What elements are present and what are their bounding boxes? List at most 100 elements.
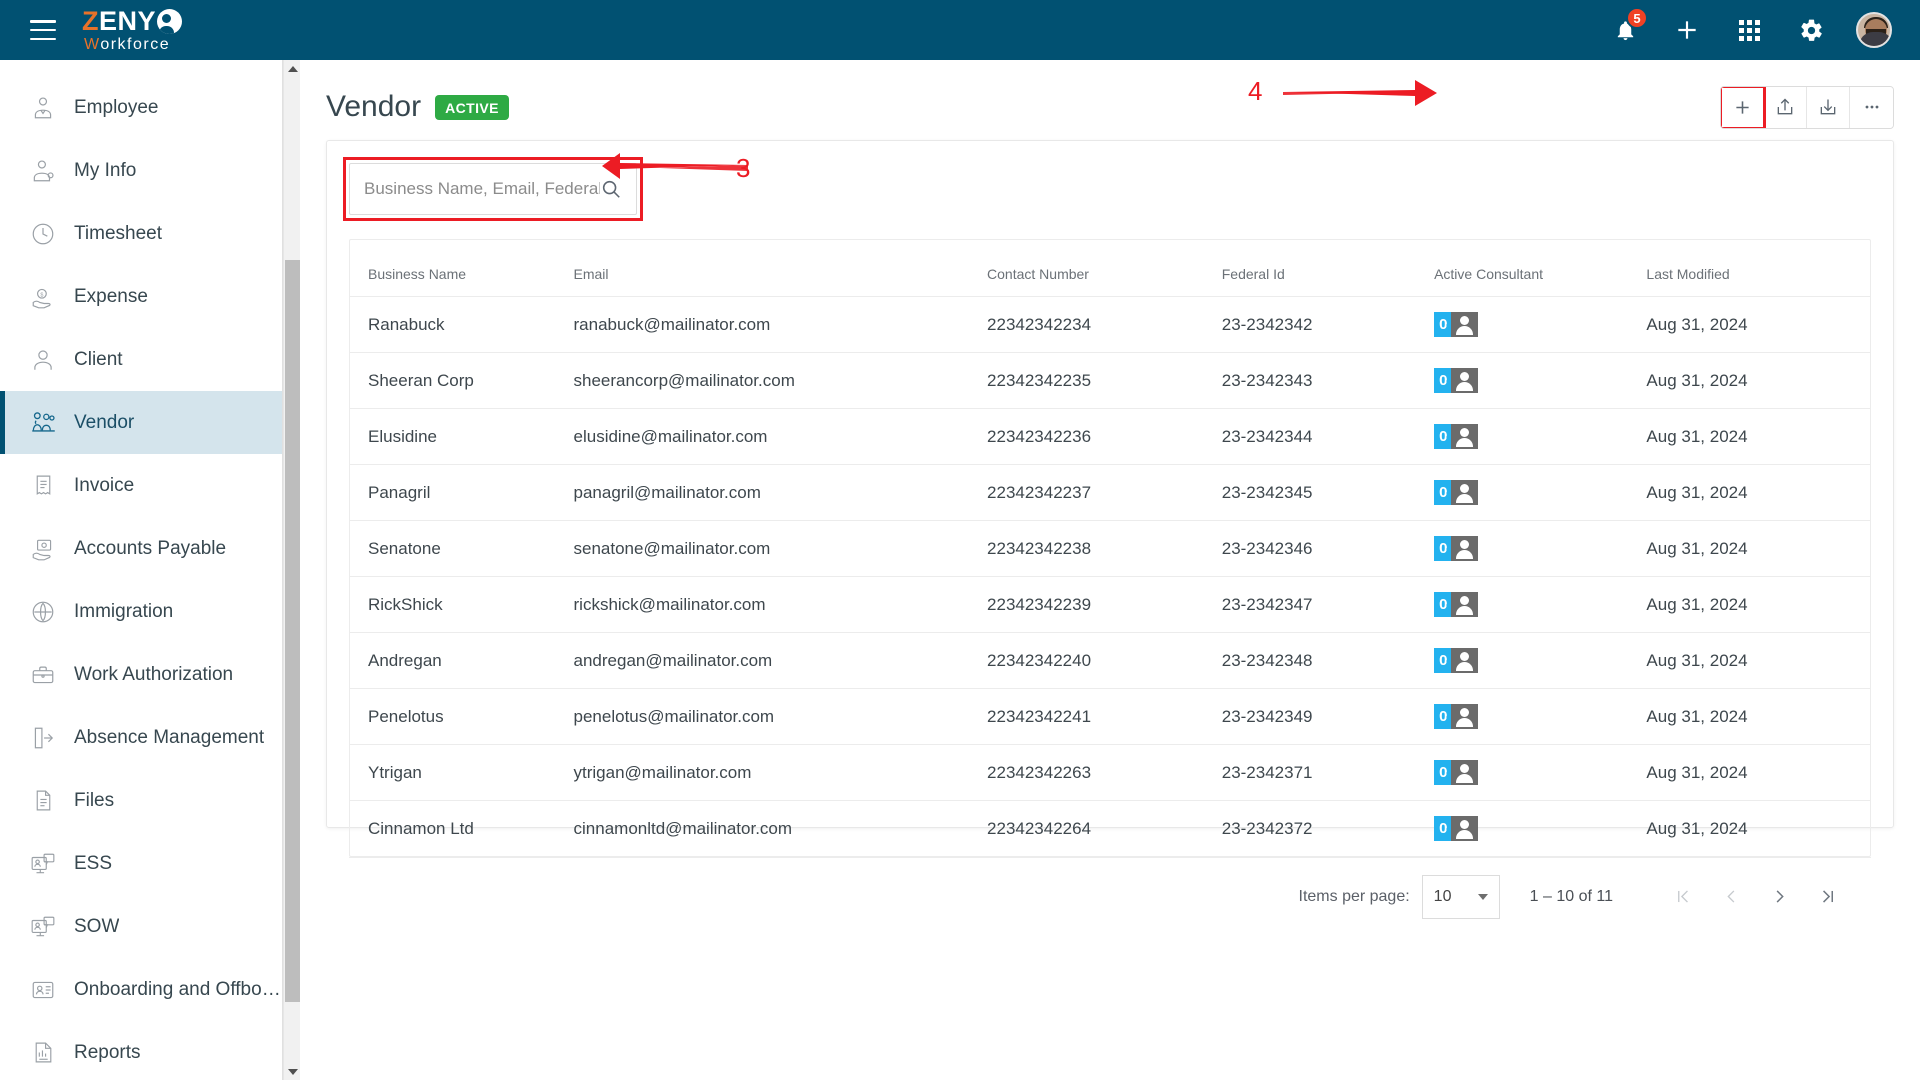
column-header-contact-number[interactable]: Contact Number bbox=[987, 240, 1222, 297]
sidebar-item-timesheet[interactable]: Timesheet bbox=[0, 202, 282, 265]
active-consultant-badge[interactable]: 0 bbox=[1434, 592, 1479, 617]
download-button[interactable] bbox=[1807, 86, 1850, 128]
sidebar-item-label: Work Authorization bbox=[74, 663, 234, 685]
column-header-active-consultant[interactable]: Active Consultant bbox=[1434, 240, 1647, 297]
items-per-page-select[interactable]: 10 bbox=[1421, 874, 1500, 919]
next-page-button[interactable] bbox=[1757, 875, 1801, 919]
monitor-chat-icon bbox=[28, 849, 58, 879]
table-row[interactable]: Ytrigan ytrigan@mailinator.com 22342342263… bbox=[350, 744, 1870, 801]
active-consultant-badge[interactable]: 0 bbox=[1434, 648, 1479, 673]
cell-active-consultant[interactable]: 0 bbox=[1434, 520, 1647, 577]
cell-active-consultant[interactable]: 0 bbox=[1434, 576, 1647, 633]
cell-contact-number: 22342342238 bbox=[987, 520, 1222, 577]
active-consultant-badge[interactable]: 0 bbox=[1434, 760, 1479, 785]
table-row[interactable]: Senatone senatone@mailinator.com 223423422… bbox=[350, 520, 1870, 577]
active-consultant-badge[interactable]: 0 bbox=[1434, 424, 1479, 449]
sidebar-item-client[interactable]: Client bbox=[0, 328, 282, 391]
cell-business-name: Panagril bbox=[350, 464, 574, 521]
scrollbar-thumb[interactable] bbox=[285, 260, 300, 1002]
sidebar-item-my-info[interactable]: My Info bbox=[0, 139, 282, 202]
active-consultant-badge[interactable]: 0 bbox=[1434, 312, 1479, 337]
cell-federal-id: 23-2342349 bbox=[1221, 688, 1435, 745]
sidebar-item-files[interactable]: Files bbox=[0, 769, 282, 832]
hamburger-menu-icon[interactable] bbox=[30, 20, 56, 40]
cell-active-consultant[interactable]: 0 bbox=[1434, 464, 1647, 521]
column-header-last-modified[interactable]: Last Modified bbox=[1646, 240, 1870, 297]
first-page-button[interactable] bbox=[1661, 875, 1705, 919]
sidebar-item-ess[interactable]: ESS bbox=[0, 832, 282, 895]
cell-business-name: Elusidine bbox=[350, 408, 574, 465]
sidebar-item-accounts-payable[interactable]: Accounts Payable bbox=[0, 517, 282, 580]
column-header-federal-id[interactable]: Federal Id bbox=[1221, 240, 1435, 297]
table-row[interactable]: Penelotus penelotus@mailinator.com 2234234… bbox=[350, 688, 1870, 745]
scroll-up-arrow-icon[interactable] bbox=[284, 60, 301, 77]
notifications-button[interactable]: 5 bbox=[1608, 7, 1648, 47]
table-row[interactable]: Andregan andregan@mailinator.com 223423422… bbox=[350, 632, 1870, 689]
person-icon bbox=[1446, 592, 1479, 617]
cell-active-consultant[interactable]: 0 bbox=[1434, 296, 1647, 353]
sidebar-item-sow[interactable]: SOW bbox=[0, 895, 282, 958]
cell-federal-id: 23-2342372 bbox=[1221, 818, 1313, 838]
top-header-bar: Z ENY Workforce 5 bbox=[0, 0, 1920, 60]
cell-active-consultant[interactable]: 0 bbox=[1434, 352, 1647, 409]
active-consultant-badge[interactable]: 0 bbox=[1434, 704, 1479, 729]
my-info-icon bbox=[28, 156, 58, 186]
search-input[interactable] bbox=[364, 179, 600, 199]
search-icon[interactable] bbox=[600, 178, 622, 200]
cell-contact-number: 22342342235 bbox=[987, 352, 1222, 409]
sidebar-item-onboarding-and-offboa[interactable]: Onboarding and Offboa... bbox=[0, 958, 282, 1021]
scroll-down-arrow-icon[interactable] bbox=[284, 1063, 301, 1080]
sidebar-item-immigration[interactable]: Immigration bbox=[0, 580, 282, 643]
sidebar-item-employee[interactable]: Employee bbox=[0, 76, 282, 139]
previous-page-button[interactable] bbox=[1709, 875, 1753, 919]
cell-active-consultant[interactable]: 0 bbox=[1434, 744, 1647, 801]
vendor-table-wrapper: Business Name Email Contact Number Feder… bbox=[349, 239, 1871, 857]
cell-federal-id: 23-2342371 bbox=[1221, 744, 1435, 801]
table-row[interactable]: Ranabuck ranabuck@mailinator.com 223423422… bbox=[350, 296, 1870, 353]
cell-active-consultant[interactable]: 0 bbox=[1434, 688, 1647, 745]
search-box[interactable] bbox=[349, 163, 637, 215]
more-options-button[interactable] bbox=[1850, 86, 1893, 128]
sidebar-item-invoice[interactable]: Invoice bbox=[0, 454, 282, 517]
apps-grid-button[interactable] bbox=[1732, 13, 1766, 47]
sidebar-item-absence-management[interactable]: Absence Management bbox=[0, 706, 282, 769]
quick-add-button[interactable] bbox=[1670, 13, 1704, 47]
column-header-email[interactable]: Email bbox=[573, 240, 988, 297]
table-row[interactable]: Panagril panagril@mailinator.com 223423422… bbox=[350, 464, 1870, 521]
person-icon bbox=[1446, 312, 1479, 337]
sidebar-item-vendor[interactable]: Vendor bbox=[0, 391, 282, 454]
sidebar-item-expense[interactable]: $ Expense bbox=[0, 265, 282, 328]
vendor-group-icon bbox=[28, 408, 58, 438]
logo-subtitle-rest: orkforce bbox=[100, 35, 171, 53]
column-header-business-name[interactable]: Business Name bbox=[350, 240, 574, 297]
settings-button[interactable] bbox=[1794, 13, 1828, 47]
cell-last-modified: Aug 31, 2024 bbox=[1646, 632, 1870, 689]
table-row[interactable]: RickShick rickshick@mailinator.com 2234234… bbox=[350, 576, 1870, 633]
sidebar-item-work-authorization[interactable]: Work Authorization bbox=[0, 643, 282, 706]
table-row[interactable]: Elusidine elusidine@mailinator.com 2234234… bbox=[350, 408, 1870, 465]
cell-active-consultant[interactable]: 0 bbox=[1434, 632, 1647, 689]
active-consultant-badge[interactable]: 0 bbox=[1434, 480, 1479, 505]
active-consultant-badge[interactable]: 0 bbox=[1434, 368, 1479, 393]
cell-business-name: RickShick bbox=[350, 576, 574, 633]
sidebar-item-label: Immigration bbox=[74, 600, 174, 622]
last-page-button[interactable] bbox=[1805, 875, 1849, 919]
upload-button[interactable] bbox=[1764, 86, 1807, 128]
cell-active-consultant[interactable]: 0 bbox=[1434, 801, 1646, 857]
table-row[interactable]: Cinnamon Ltd cinnamonltd@mailinator.com 22… bbox=[350, 801, 1870, 857]
plus-icon bbox=[1678, 21, 1696, 39]
active-consultant-badge[interactable]: 0 bbox=[1434, 536, 1479, 561]
cell-active-consultant[interactable]: 0 bbox=[1434, 408, 1647, 465]
app-logo[interactable]: Z ENY Workforce bbox=[82, 7, 183, 53]
cell-last-modified: Aug 31, 2024 bbox=[1646, 296, 1870, 353]
add-vendor-button[interactable] bbox=[1721, 86, 1766, 128]
user-avatar[interactable] bbox=[1856, 12, 1892, 48]
active-consultant-badge[interactable]: 0 bbox=[1434, 816, 1479, 841]
table-row[interactable]: Sheeran Corp sheerancorp@mailinator.com 22… bbox=[350, 352, 1870, 409]
sidebar-scrollbar[interactable] bbox=[283, 60, 300, 1080]
cell-contact-number: 22342342234 bbox=[987, 296, 1222, 353]
cell-business-name: Sheeran Corp bbox=[350, 352, 574, 409]
invoice-icon bbox=[28, 471, 58, 501]
sidebar-item-reports[interactable]: Reports bbox=[0, 1021, 282, 1080]
sidebar-item-label: Employee bbox=[74, 96, 159, 118]
